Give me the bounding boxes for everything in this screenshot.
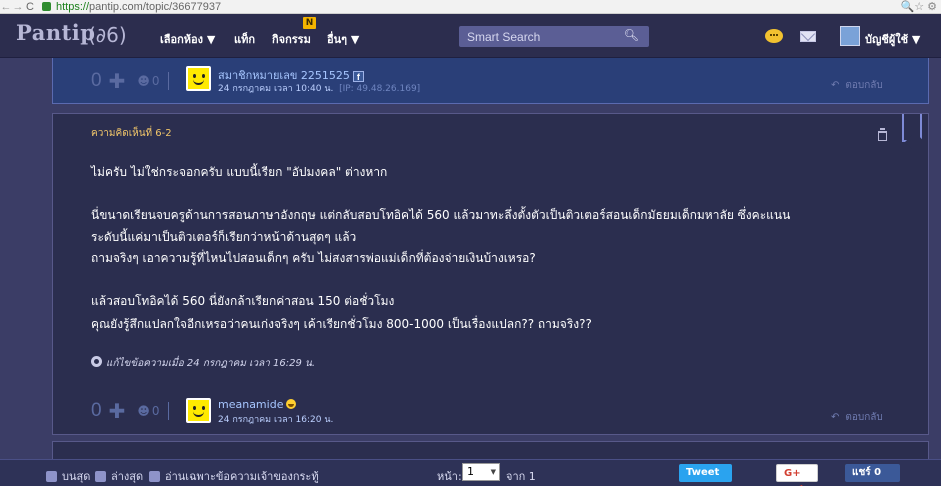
trash-icon[interactable] (878, 128, 887, 141)
member-name-text: meanamide (218, 398, 284, 411)
browser-address-bar: ← → C https://pantip.com/topic/36677937 … (0, 0, 941, 14)
new-badge: N (303, 17, 316, 29)
emotion-count: 0 (151, 404, 160, 418)
owner-filter-icon (149, 470, 160, 482)
scroll-bottom-label: ล่างสุด (111, 470, 144, 483)
member-name[interactable]: meanamide (218, 398, 297, 411)
search-input[interactable] (467, 29, 617, 44)
nav-more[interactable]: อื่นๆ ▼ (327, 30, 359, 48)
facebook-share-button[interactable]: แชร์ 0 (845, 464, 900, 482)
reload-icon[interactable]: C (24, 1, 36, 13)
pantip-logo-mark: (∂6) (88, 23, 127, 47)
scroll-top-button[interactable]: บนสุด (46, 467, 90, 485)
comment-paragraph-2-line-3: ถามจริงๆ เอาความรู้ที่ไหนไปสอนเด็กๆ ครับ… (91, 251, 536, 265)
arrow-up-icon (46, 470, 57, 482)
user-avatar[interactable] (840, 26, 860, 46)
comment-date: 24 กรกฎาคม เวลา 16:20 น. (218, 415, 334, 425)
tweet-label: Tweet (686, 467, 720, 478)
owner-only-button[interactable]: อ่านเฉพาะข้อความเจ้าของกระทู้ (149, 467, 319, 485)
vote-bar: 0 ✚ ☻ 0 (91, 69, 169, 93)
url-path: pantip.com/topic/36677937 (89, 0, 222, 13)
reply-arrow-icon: ↶ (831, 412, 840, 423)
chat-icon[interactable] (765, 29, 783, 43)
edit-gear-icon (91, 356, 102, 367)
pantip-logo[interactable]: Pantip (16, 20, 95, 45)
comment-title: ความคิดเห็นที่ 6-2 (91, 128, 172, 139)
browser-right-icons[interactable]: 🔍☆ ⚙ (901, 0, 937, 13)
edit-note: แก้ไขข้อความเมื่อ 24 กรกฎาคม เวลา 16:29 … (91, 356, 315, 371)
comment-paragraph-2-line-2: ระดับนี้แค่มาเป็นติวเตอร์ก็เรียกว่าหน้าด… (91, 230, 357, 244)
bottom-toolbar: บนสุด ล่างสุด อ่านเฉพาะข้อความเจ้าของกระ… (0, 459, 941, 486)
url-scheme: https:// (56, 0, 90, 13)
emotion-icon[interactable]: ☻ (137, 404, 150, 418)
divider (167, 72, 169, 90)
reply-label: ตอบกลับ (845, 412, 883, 423)
back-icon[interactable]: ← (0, 1, 12, 13)
emotion-icon[interactable]: ☻ (137, 74, 150, 88)
emotion-count: 0 (151, 74, 160, 88)
gplus-share-button[interactable]: G+ แชร์ (776, 464, 818, 482)
divider (167, 402, 169, 420)
comment-paragraph-1: ไม่ครับ ไม่ใช่กระจอกครับ แบบนี้เรียก "อั… (91, 165, 388, 179)
facebook-share-label: แชร์ 0 (852, 467, 882, 478)
mail-icon[interactable] (800, 31, 816, 42)
plus-icon[interactable]: ✚ (109, 399, 126, 423)
url-field[interactable]: https://pantip.com/topic/36677937 (56, 1, 221, 13)
vote-count: 0 (91, 400, 102, 421)
lock-icon (42, 2, 51, 11)
nav-select-room[interactable]: เลือกห้อง ▼ (160, 30, 215, 48)
top-navigation: Pantip (∂6) เลือกห้อง ▼ แท็ก กิจกรรม N อ… (0, 14, 941, 58)
comment-ip: [IP: 49.48.26.169] (339, 84, 421, 94)
account-menu[interactable]: บัญชีผู้ใช้ ▼ (865, 30, 920, 48)
vote-bar: 0 ✚ ☻ 0 (91, 399, 169, 423)
forward-icon[interactable]: → (12, 1, 24, 13)
owner-only-label: อ่านเฉพาะข้อความเจ้าของกระทู้ (165, 470, 319, 483)
comment-paragraph-2-line-1: นี่ขนาดเรียนจบครูด้านการสอนภาษาอังกฤษ แต… (91, 208, 791, 222)
smart-search: 🔍︎ (459, 26, 649, 47)
reply-button[interactable]: ↶ ตอบกลับ (831, 78, 883, 93)
reply-comment: 0 ✚ ☻ 0 สมาชิกหมายเลข 2251525 f 24 กรกฎาค… (52, 58, 929, 104)
comment-time: 24 กรกฎาคม เวลา 10:40 น. [IP: 49.48.26.1… (218, 81, 420, 95)
page-total: จาก 1 (506, 470, 536, 483)
page-select[interactable]: 1 (462, 463, 500, 481)
laugh-emoji-icon (286, 399, 297, 409)
gplus-label: G+ แชร์ (784, 468, 801, 479)
comment-6-2: ความคิดเห็นที่ 6-2 ไม่ครับ ไม่ใช่กระจอกค… (52, 113, 929, 435)
avatar[interactable] (186, 66, 211, 91)
reply-label: ตอบกลับ (845, 80, 883, 91)
plus-icon[interactable]: ✚ (109, 69, 126, 93)
page-label: หน้า: (437, 470, 462, 483)
nav-tags[interactable]: แท็ก (234, 30, 255, 48)
scroll-bottom-button[interactable]: ล่างสุด (95, 467, 143, 485)
vote-count: 0 (91, 70, 102, 91)
comment-paragraph-3-line-2: คุณยังรู้สึกแปลกใจอีกเหรอว่าคนเก่งจริงๆ … (91, 317, 592, 331)
next-comment-partial (52, 441, 929, 461)
nav-activities[interactable]: กิจกรรม (272, 30, 311, 48)
bookmark-icon[interactable] (902, 114, 922, 142)
scroll-top-label: บนสุด (62, 470, 91, 483)
edit-note-text: แก้ไขข้อความเมื่อ 24 กรกฎาคม เวลา 16:29 … (106, 358, 316, 369)
reply-button[interactable]: ↶ ตอบกลับ (831, 410, 883, 425)
comment-paragraph-3-line-1: แล้วสอบโทอิคได้ 560 นี่ยังกล้าเรียกค่าสอ… (91, 294, 395, 308)
search-icon[interactable]: 🔍︎ (624, 28, 639, 42)
reply-arrow-icon: ↶ (831, 80, 840, 91)
avatar[interactable] (186, 398, 211, 423)
comment-date: 24 กรกฎาคม เวลา 10:40 น. (218, 84, 334, 94)
arrow-down-icon (95, 470, 106, 482)
tweet-button[interactable]: Tweet (679, 464, 732, 482)
